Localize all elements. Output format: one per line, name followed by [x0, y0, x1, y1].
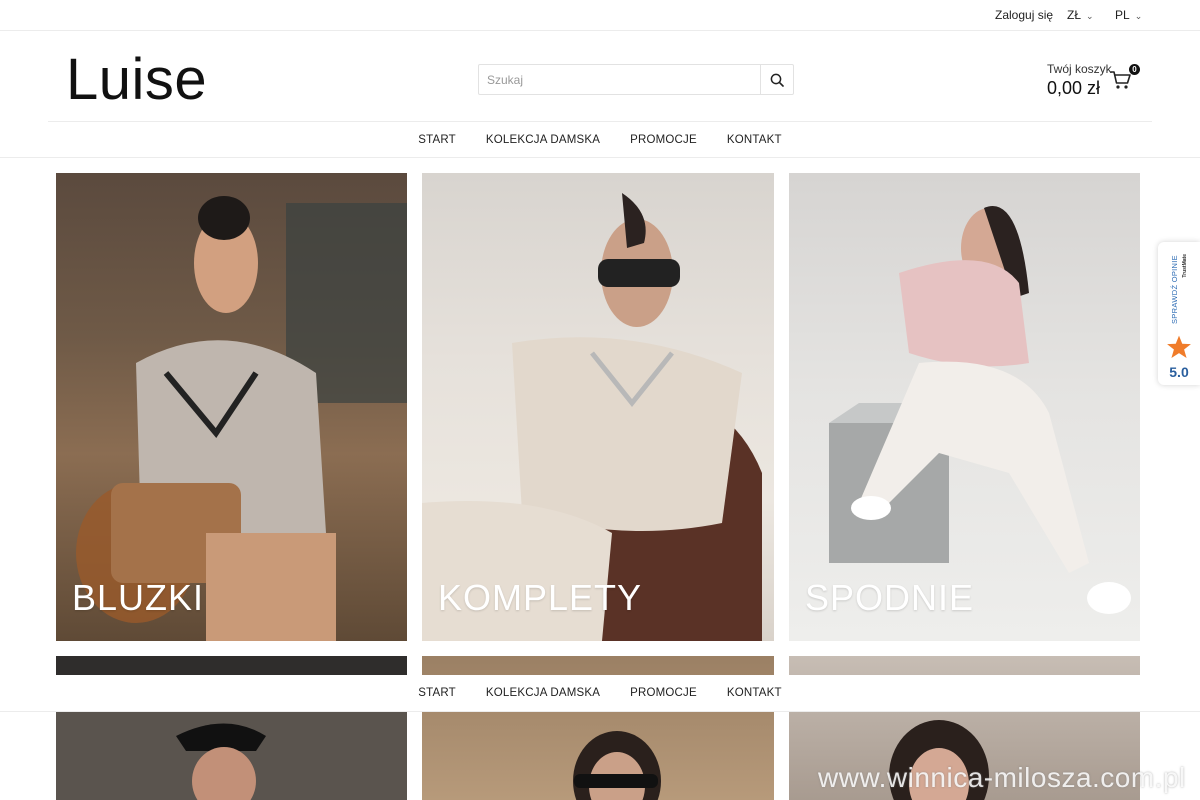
currency-value: ZŁ: [1067, 8, 1082, 22]
trust-widget-text: SPRAWDŹ OPINIE: [1170, 255, 1179, 325]
nav-item-promocje[interactable]: PROMOCJE: [630, 134, 697, 146]
trustmate-widget[interactable]: SPRAWDŹ OPINIE TrustMate 5.0: [1158, 242, 1200, 385]
watermark: www.winnica-milosza.com.pl: [818, 762, 1186, 793]
trust-rating: 5.0: [1169, 364, 1189, 380]
tile-label: BLUZKI: [72, 577, 205, 618]
search-icon: [770, 73, 784, 87]
nav-item-start[interactable]: START: [418, 687, 456, 699]
top-utility-bar: Zaloguj się ZŁ ⌄ PL ⌄: [0, 0, 1200, 31]
model-photo: [422, 193, 762, 641]
nav-item-kontakt[interactable]: KONTAKT: [727, 134, 782, 146]
nav-item-kolekcja-damska[interactable]: KOLEKCJA DAMSKA: [486, 134, 600, 146]
trustmate-logo: TrustMate: [1182, 254, 1188, 278]
category-tile-bluzki[interactable]: BLUZKI: [56, 173, 407, 641]
search-input[interactable]: [479, 65, 761, 94]
sticky-nav: START KOLEKCJA DAMSKA PROMOCJE KONTAKT: [0, 675, 1200, 712]
cart-summary[interactable]: Twój koszyk 0,00 zł: [1047, 62, 1112, 99]
chevron-down-icon: ⌄: [1086, 11, 1094, 21]
login-link[interactable]: Zaloguj się: [995, 8, 1053, 22]
chevron-down-icon: ⌄: [1134, 11, 1143, 21]
nav-item-kontakt[interactable]: KONTAKT: [727, 687, 782, 699]
currency-dropdown[interactable]: ZŁ ⌄: [1067, 8, 1094, 22]
nav-item-promocje[interactable]: PROMOCJE: [630, 687, 697, 699]
cart-label: Twój koszyk: [1047, 62, 1112, 76]
cart-count-badge: 0: [1129, 64, 1140, 75]
search-button[interactable]: [760, 65, 793, 94]
model-photo: [76, 196, 407, 641]
tile-label: KOMPLETY: [438, 577, 643, 618]
nav-item-kolekcja-damska[interactable]: KOLEKCJA DAMSKA: [486, 687, 600, 699]
search-box: [478, 64, 794, 95]
category-tile-komplety[interactable]: KOMPLETY: [422, 173, 774, 641]
site-logo[interactable]: Luise: [66, 46, 207, 114]
cart-icon[interactable]: [1110, 70, 1132, 90]
category-tile-spodnie[interactable]: SPODNIE: [789, 173, 1140, 641]
model-photo: [829, 206, 1131, 614]
cart-amount: 0,00 zł: [1047, 78, 1101, 98]
language-value: PL: [1115, 8, 1130, 22]
star-icon: [1167, 335, 1191, 359]
tile-label: SPODNIE: [805, 577, 975, 618]
nav-item-start[interactable]: START: [418, 134, 456, 146]
main-nav: START KOLEKCJA DAMSKA PROMOCJE KONTAKT: [0, 122, 1200, 158]
language-dropdown[interactable]: PL ⌄: [1115, 8, 1142, 22]
